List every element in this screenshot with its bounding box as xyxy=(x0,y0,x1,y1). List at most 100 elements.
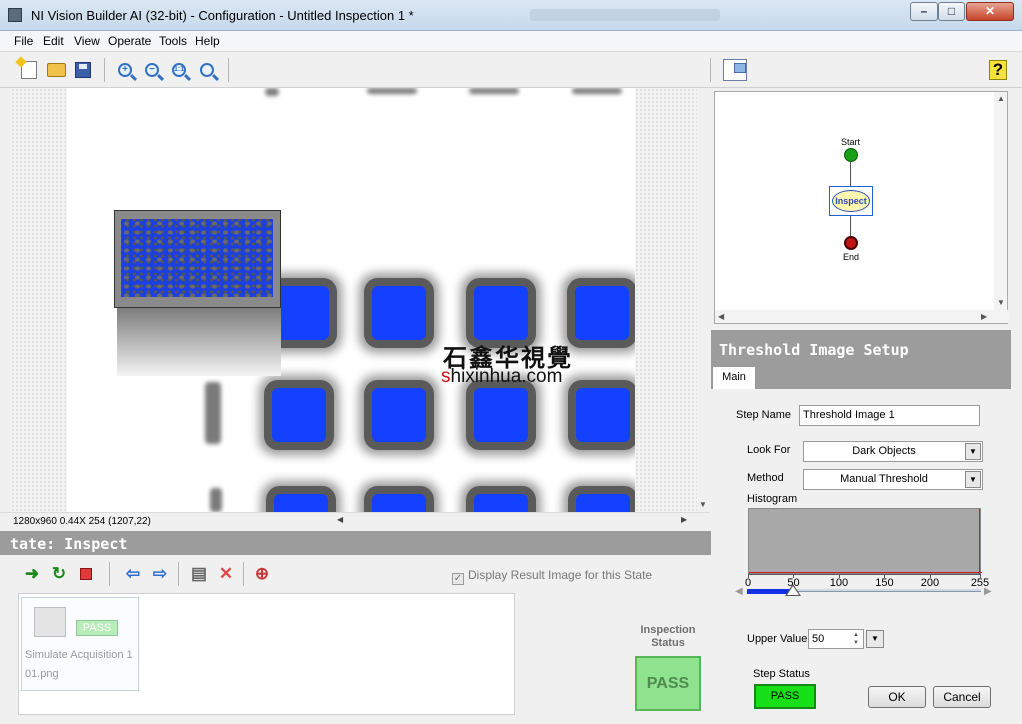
step-status-badge: PASS xyxy=(76,620,118,636)
menu-help[interactable]: Help xyxy=(195,34,220,48)
zoom-actual-size-icon: 1:1 xyxy=(172,63,186,77)
stop-button[interactable] xyxy=(74,562,98,586)
chevron-down-icon[interactable]: ▼ xyxy=(965,471,981,488)
step-status-label: Step Status xyxy=(753,668,810,680)
step-file-text: 01.png xyxy=(25,668,59,680)
histogram-tick-label: 100 xyxy=(829,577,849,589)
acquisition-icon xyxy=(34,607,66,637)
image-feature xyxy=(572,88,622,94)
inspect-state-node[interactable]: Inspect xyxy=(829,186,873,216)
diagram-vertical-scrollbar[interactable]: ▲ ▼ xyxy=(994,92,1007,311)
scroll-left-arrow-icon[interactable]: ◀ xyxy=(337,515,343,524)
flow-connector xyxy=(850,162,851,186)
method-value: Manual Threshold xyxy=(840,473,928,485)
open-inspection-button[interactable] xyxy=(43,57,69,83)
state-toolbar: ➜ ↻ ⇦ ⇨ ▤ ✕ ⊕ ✓ Display Result Image for … xyxy=(0,555,711,593)
viewer-horizontal-scrollbar[interactable]: ◀ ▶ xyxy=(333,515,690,528)
target-icon: ⊕ xyxy=(254,564,270,583)
paste-step-button[interactable]: ▤ xyxy=(187,562,211,586)
title-bar: NI Vision Builder AI (32-bit) - Configur… xyxy=(0,0,1022,31)
scroll-up-arrow-icon[interactable]: ▲ xyxy=(997,94,1005,103)
zoom-in-button[interactable]: + xyxy=(112,57,138,83)
spin-up-down-icon[interactable]: ▲ ▼ xyxy=(850,631,862,647)
main-toolbar: + − 1:1 ? xyxy=(0,52,1022,88)
stop-icon xyxy=(80,568,92,580)
threshold-blob xyxy=(272,388,326,442)
zoom-actual-button[interactable]: 1:1 xyxy=(166,57,192,83)
threshold-slider-thumb[interactable] xyxy=(785,584,802,596)
run-step-icon: ➜ xyxy=(24,564,40,583)
method-select[interactable]: Manual Threshold ▼ xyxy=(803,469,983,490)
upper-value-menu-button[interactable]: ▼ xyxy=(866,630,884,648)
menu-view[interactable]: View xyxy=(74,34,100,48)
menu-file[interactable]: File xyxy=(14,34,33,48)
inspected-part xyxy=(114,210,281,308)
diagram-horizontal-scrollbar[interactable]: ◀ ▶ xyxy=(715,310,1009,323)
scroll-right-arrow-icon[interactable]: ▶ xyxy=(981,312,987,321)
display-result-label: Display Result Image for this State xyxy=(468,568,653,582)
chevron-down-icon: ▼ xyxy=(871,634,879,643)
flowchart-view-button[interactable] xyxy=(722,57,748,83)
help-icon: ? xyxy=(989,60,1007,80)
save-inspection-button[interactable] xyxy=(70,57,96,83)
step-status-indicator: PASS xyxy=(754,684,816,709)
step-name-text: Simulate Acquisition 1 xyxy=(25,649,133,661)
save-icon xyxy=(75,62,91,78)
menu-operate[interactable]: Operate xyxy=(108,34,151,48)
threshold-blob xyxy=(372,388,426,442)
help-button[interactable]: ? xyxy=(985,57,1011,83)
run-loop-button[interactable]: ↻ xyxy=(47,562,71,586)
delete-step-button[interactable]: ✕ xyxy=(214,562,238,586)
scroll-down-arrow-icon[interactable]: ▼ xyxy=(997,298,1005,307)
image-viewer[interactable]: 石鑫华視覺 shixinhua.com xyxy=(11,88,697,512)
start-node[interactable] xyxy=(844,148,858,162)
step-name-input[interactable]: Threshold Image 1 xyxy=(799,405,980,426)
zoom-to-fit-icon xyxy=(200,63,214,77)
step-properties-button[interactable]: ⊕ xyxy=(250,562,274,586)
scroll-down-arrow-icon[interactable]: ▼ xyxy=(699,500,707,509)
ok-button[interactable]: OK xyxy=(868,686,926,708)
maximize-button[interactable]: □ xyxy=(938,2,965,21)
look-for-select[interactable]: Dark Objects ▼ xyxy=(803,441,983,462)
scroll-left-arrow-icon[interactable]: ◀ xyxy=(718,312,724,321)
threshold-blob xyxy=(474,494,528,512)
end-node[interactable] xyxy=(844,236,858,250)
threshold-blob xyxy=(275,286,329,340)
move-right-button[interactable]: ⇨ xyxy=(148,562,172,586)
histogram-tick-label: 150 xyxy=(875,577,894,589)
threshold-blob xyxy=(274,494,328,512)
zoom-fit-button[interactable] xyxy=(194,57,220,83)
new-inspection-button[interactable] xyxy=(16,57,42,83)
image-feature xyxy=(210,488,222,512)
step-simulate-acquisition[interactable]: PASS Simulate Acquisition 1 01.png xyxy=(21,597,139,691)
image-feature xyxy=(367,88,417,94)
viewer-vertical-scrollbar[interactable]: ▼ xyxy=(697,88,710,512)
histogram-label: Histogram xyxy=(747,493,798,505)
tab-main[interactable]: Main xyxy=(712,366,756,389)
minimize-button[interactable]: – xyxy=(910,2,938,21)
zoom-out-icon: − xyxy=(145,63,159,77)
run-step-button[interactable]: ➜ xyxy=(20,562,44,586)
scroll-right-arrow-icon[interactable]: ▶ xyxy=(681,515,687,524)
arrow-right-icon: ⇨ xyxy=(152,564,168,583)
clipboard-icon: ▤ xyxy=(190,564,208,583)
chevron-down-icon[interactable]: ▼ xyxy=(965,443,981,460)
state-diagram[interactable]: Start Inspect End ▲ ▼ ◀ ▶ xyxy=(714,91,1009,324)
menu-tools[interactable]: Tools xyxy=(159,34,187,48)
threshold-overlay xyxy=(121,219,273,297)
cancel-button[interactable]: Cancel xyxy=(933,686,991,708)
arrow-left-icon: ⇦ xyxy=(125,564,141,583)
zoom-out-button[interactable]: − xyxy=(139,57,165,83)
menu-edit[interactable]: Edit xyxy=(43,34,64,48)
move-left-button[interactable]: ⇦ xyxy=(121,562,145,586)
slider-left-arrow-icon[interactable]: ◀ xyxy=(735,586,743,597)
image-status-bar: 1280x960 0.44X 254 (1207,22) ◀ ▶ xyxy=(0,512,710,530)
state-title: tate: Inspect xyxy=(10,535,128,553)
inspection-image[interactable]: 石鑫华視覺 shixinhua.com xyxy=(67,88,635,512)
slider-right-arrow-icon[interactable]: ▶ xyxy=(984,586,992,597)
close-button[interactable]: ✕ xyxy=(966,2,1014,21)
threshold-blob xyxy=(575,286,629,340)
upper-value-input[interactable]: 50 ▲ ▼ xyxy=(808,629,864,649)
flowchart-icon xyxy=(723,59,747,81)
display-result-checkbox[interactable]: ✓ Display Result Image for this State xyxy=(452,568,652,585)
